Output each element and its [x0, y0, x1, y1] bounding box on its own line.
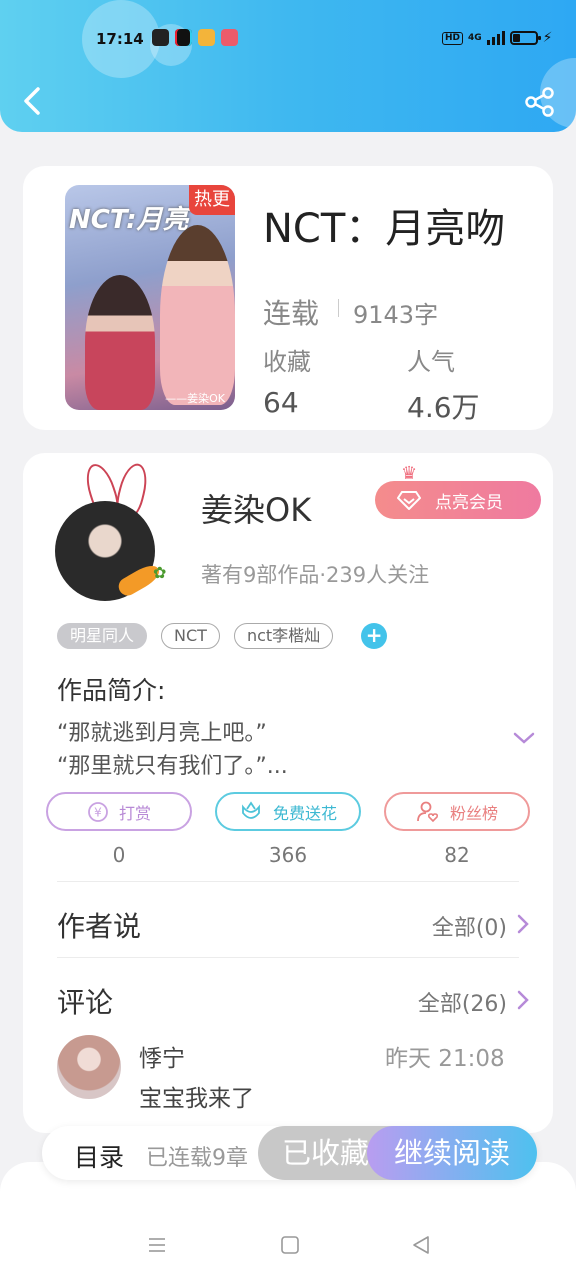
favorites-value: 64 — [263, 386, 299, 419]
chevron-right-icon[interactable] — [517, 914, 529, 934]
book-cover[interactable]: NCT:月亮 热更 ——姜染OK — [65, 185, 235, 410]
add-tag-icon[interactable]: + — [361, 623, 388, 649]
flower-icon — [242, 800, 260, 819]
hot-update-badge: 热更 — [189, 185, 235, 215]
tag-item[interactable]: NCT — [161, 623, 220, 649]
chapter-count[interactable]: 已连载9章 — [146, 1140, 248, 1172]
network-label: 4G — [468, 33, 482, 43]
flower-count: 366 — [268, 843, 308, 867]
author-name[interactable]: 姜染OK — [201, 485, 311, 531]
intro-title: 作品简介: — [57, 676, 166, 705]
tag-list: 明星同人 NCT nct李楷灿 + — [57, 623, 388, 649]
author-says-all-link[interactable]: 全部(0) — [383, 910, 507, 942]
commenter-avatar[interactable] — [57, 1035, 121, 1099]
yen-icon: ¥ — [88, 801, 108, 822]
hd-icon: HD — [442, 31, 464, 45]
share-icon[interactable] — [524, 86, 556, 118]
chevron-left-icon[interactable] — [18, 86, 46, 116]
diamond-icon — [397, 491, 421, 510]
serial-status: 连载 — [263, 297, 320, 330]
cover-figure-right — [160, 225, 235, 405]
reward-button[interactable]: ¥ 打赏 — [46, 792, 192, 831]
svg-text:¥: ¥ — [94, 805, 102, 819]
signal-icon — [486, 31, 505, 45]
divider — [57, 957, 519, 958]
tag-item[interactable]: nct李楷灿 — [233, 623, 334, 649]
fans-rank-label: 粉丝榜 — [449, 803, 498, 823]
author-avatar[interactable]: ✿ — [53, 460, 183, 603]
status-time: 17:14 — [96, 30, 144, 48]
charging-icon: ⚡ — [542, 30, 553, 46]
comment-time: 昨天 21:08 — [385, 1046, 505, 1072]
book-title: NCT：月亮吻 — [263, 206, 506, 252]
cover-author: ——姜染OK — [165, 392, 225, 405]
author-says-title: 作者说 — [57, 910, 142, 943]
user-heart-icon — [417, 801, 439, 822]
continue-reading-button[interactable]: 继续阅读 — [367, 1126, 537, 1180]
popularity-label: 人气 — [407, 348, 455, 376]
comments-all-link[interactable]: 全部(26) — [363, 986, 507, 1018]
menu-icon[interactable] — [146, 1234, 168, 1256]
intro-line: “那就逃到月亮上吧。” — [57, 721, 267, 746]
status-app-icons — [152, 29, 238, 46]
comment-text[interactable]: 宝宝我来了 — [139, 1079, 254, 1113]
chevron-down-icon[interactable] — [513, 731, 535, 745]
word-count: 9143字 — [353, 301, 439, 329]
carrot-leaf-decor: ✿ — [153, 563, 167, 582]
fans-rank-button[interactable]: 粉丝榜 — [384, 792, 530, 831]
book-info-card: NCT:月亮 热更 ——姜染OK NCT：月亮吻 连载 9143字 收藏 64 … — [23, 166, 553, 430]
send-flower-button[interactable]: 免费送花 — [215, 792, 361, 831]
status-indicators: HD 4G ⚡ — [442, 30, 553, 46]
vip-button[interactable]: 点亮会员 — [375, 481, 541, 519]
divider — [57, 881, 519, 882]
status-bar: 17:14 HD 4G ⚡ — [0, 22, 576, 56]
fans-count: 82 — [444, 843, 470, 867]
reward-count: 0 — [112, 843, 126, 867]
weibo-icon — [198, 29, 215, 46]
vip-label: 点亮会员 — [435, 492, 503, 513]
send-flower-label: 免费送花 — [272, 803, 337, 823]
square-icon[interactable] — [279, 1234, 301, 1256]
toc-button[interactable]: 目录 — [74, 1138, 124, 1174]
battery-icon — [509, 31, 541, 45]
intro-line: “那里就只有我们了。”... — [57, 754, 288, 779]
tag-item[interactable]: 明星同人 — [57, 623, 148, 649]
reward-label: 打赏 — [118, 803, 151, 823]
app-icon — [221, 29, 238, 46]
favorites-label: 收藏 — [263, 348, 311, 376]
comments-title: 评论 — [57, 986, 114, 1019]
header: 17:14 HD 4G ⚡ — [0, 0, 576, 132]
reading-bar: 目录 已连载9章 已收藏 继续阅读 — [42, 1126, 537, 1180]
chevron-right-icon[interactable] — [517, 990, 529, 1010]
author-detail-card: ✿ 姜染OK 著有9部作品·239人关注 ♛ 点亮会员 明星同人 NCT nct… — [23, 453, 553, 1133]
divider — [338, 299, 339, 317]
commenter-name[interactable]: 悸宁 — [139, 1039, 185, 1073]
cover-figure-left — [85, 275, 155, 410]
intro-text[interactable]: “那就逃到月亮上吧。” “那里就只有我们了。”... — [57, 717, 288, 783]
triangle-back-icon[interactable] — [410, 1234, 432, 1256]
author-info: 著有9部作品·239人关注 — [201, 563, 430, 587]
popularity-value: 4.6万 — [407, 391, 480, 424]
cover-title: NCT:月亮 — [69, 205, 189, 235]
bilibili-icon — [152, 29, 169, 46]
tiktok-icon — [175, 29, 192, 46]
